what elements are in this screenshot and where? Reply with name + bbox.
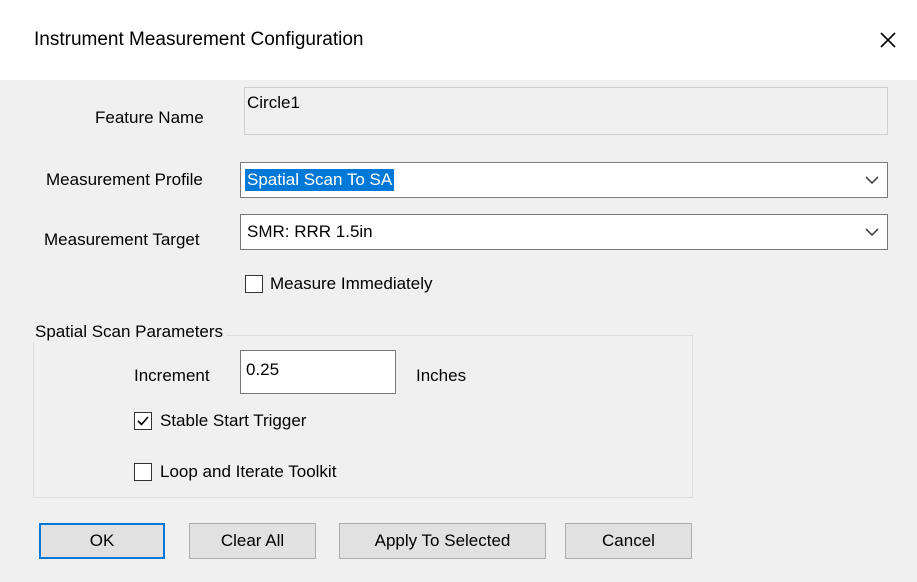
title-bar: Instrument Measurement Configuration: [0, 0, 917, 80]
measurement-profile-dropdown[interactable]: Spatial Scan To SA: [240, 162, 888, 198]
apply-to-selected-button[interactable]: Apply To Selected: [339, 523, 546, 559]
spatial-scan-parameters-title: Spatial Scan Parameters: [33, 322, 228, 342]
increment-input[interactable]: 0.25: [240, 350, 396, 394]
measurement-profile-label: Measurement Profile: [46, 170, 203, 189]
dialog-title: Instrument Measurement Configuration: [34, 29, 364, 50]
feature-name-field: Circle1: [244, 87, 888, 135]
chevron-down-icon: [865, 176, 879, 185]
measurement-target-value: SMR: RRR 1.5in: [247, 222, 373, 241]
measurement-target-dropdown[interactable]: SMR: RRR 1.5in: [240, 214, 888, 250]
close-button[interactable]: [866, 20, 910, 60]
ok-button[interactable]: OK: [39, 523, 165, 559]
close-icon: [880, 32, 896, 48]
checkmark-icon: [137, 416, 149, 426]
measure-immediately-label: Measure Immediately: [270, 274, 433, 293]
measurement-config-dialog: Instrument Measurement Configuration Fea…: [0, 0, 917, 582]
increment-unit-label: Inches: [416, 366, 467, 385]
feature-name-label: Feature Name: [95, 108, 204, 127]
loop-iterate-toolkit-checkbox[interactable]: [134, 463, 152, 481]
cancel-button[interactable]: Cancel: [565, 523, 692, 559]
chevron-down-icon: [865, 228, 879, 237]
loop-iterate-toolkit-label: Loop and Iterate Toolkit: [160, 462, 337, 481]
measurement-profile-value: Spatial Scan To SA: [245, 169, 395, 191]
feature-name-value: Circle1: [247, 93, 300, 112]
increment-label: Increment: [134, 366, 210, 385]
measure-immediately-checkbox[interactable]: [245, 275, 263, 293]
stable-start-trigger-checkbox[interactable]: [134, 412, 152, 430]
clear-all-button[interactable]: Clear All: [189, 523, 316, 559]
stable-start-trigger-label: Stable Start Trigger: [160, 411, 307, 430]
measurement-target-label: Measurement Target: [44, 230, 200, 249]
increment-value: 0.25: [246, 360, 280, 379]
